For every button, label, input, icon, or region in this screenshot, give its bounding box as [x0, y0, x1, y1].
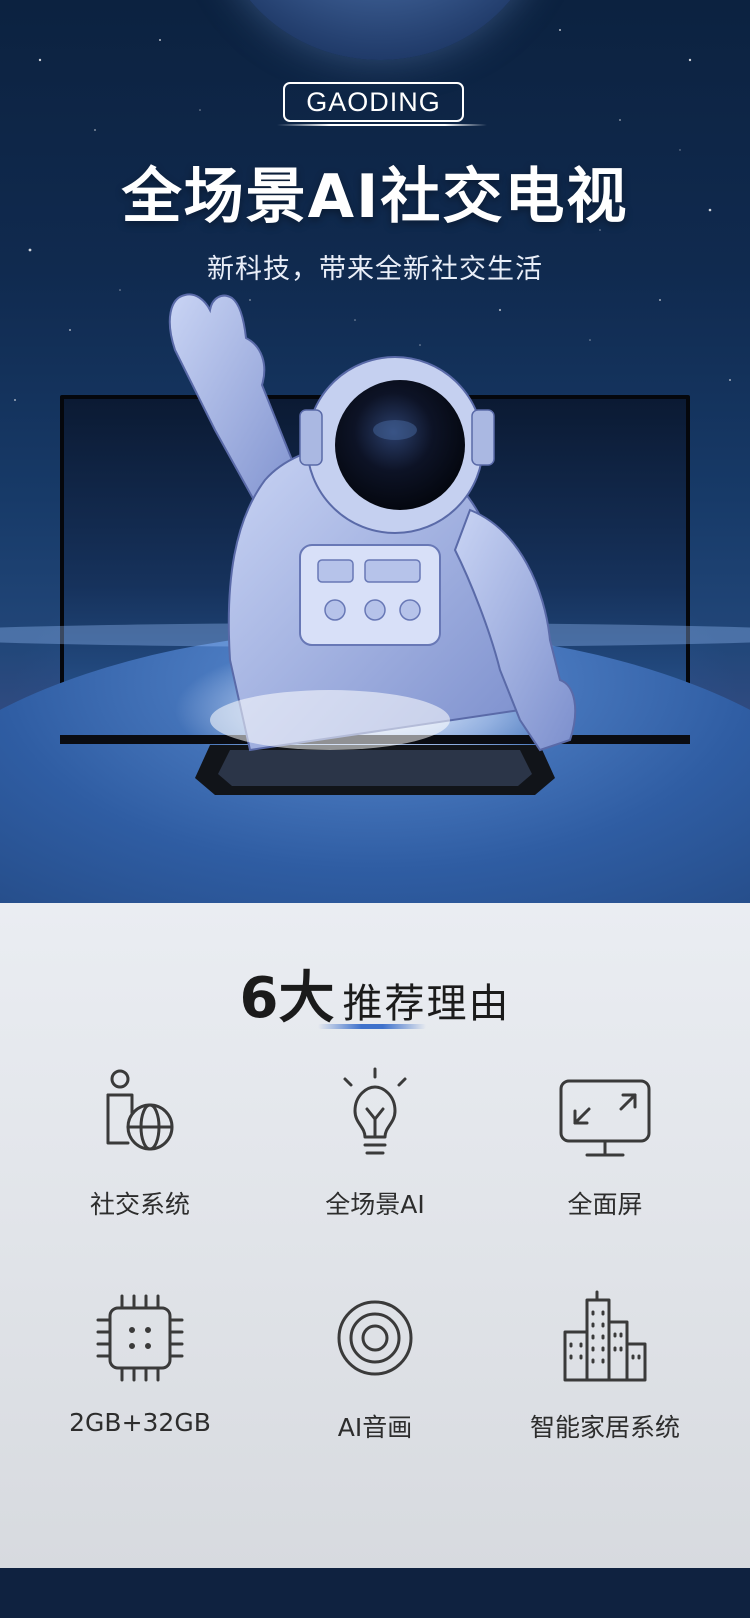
feature-label: 2GB+32GB — [69, 1408, 211, 1437]
brand-underline — [277, 124, 487, 126]
reasons-heading-text: 推荐理由 — [342, 981, 511, 1027]
heading-accent-line — [318, 1024, 426, 1029]
reasons-heading: 6大 推荐理由 — [0, 953, 750, 1034]
fullscreen-monitor-icon — [555, 1065, 655, 1165]
feature-social-system: 社交系统 — [40, 1065, 240, 1255]
tv-astronaut-illustration — [0, 293, 750, 903]
feature-full-screen: 全面屏 — [505, 1065, 705, 1255]
feature-label: 智能家居系统 — [529, 1413, 680, 1442]
feature-memory: 2GB+32GB — [40, 1288, 240, 1478]
feature-ai-audio-video: AI音画 — [275, 1288, 475, 1478]
concentric-circles-icon — [325, 1288, 425, 1388]
reasons-count: 6大 — [239, 966, 335, 1031]
feature-label: 全场景AI — [325, 1190, 425, 1219]
feature-ai-scene: 全场景AI — [275, 1065, 475, 1255]
hero-banner: GAODING 全场景AI社交电视 新科技，带来全新社交生活 — [0, 0, 750, 903]
brand-logo: GAODING — [277, 82, 487, 126]
feature-label: 全面屏 — [567, 1190, 643, 1219]
buildings-icon — [555, 1288, 655, 1388]
recommendation-section: 6大 推荐理由 社交系统 全场景AI 全面屏 2GB+32GB AI音画 智能家… — [0, 903, 750, 1568]
footer-bar — [0, 1568, 750, 1618]
lightbulb-icon — [325, 1065, 425, 1165]
hero-title: 全场景AI社交电视 — [121, 162, 629, 232]
person-globe-icon — [90, 1065, 190, 1165]
feature-label: 社交系统 — [89, 1190, 190, 1219]
feature-label: AI音画 — [337, 1413, 413, 1442]
chip-icon — [90, 1288, 190, 1388]
product-promo-page: GAODING 全场景AI社交电视 新科技，带来全新社交生活 6大 推荐理由 社… — [0, 0, 750, 1618]
feature-smart-home: 智能家居系统 — [505, 1288, 705, 1478]
brand-name: GAODING — [283, 82, 464, 122]
